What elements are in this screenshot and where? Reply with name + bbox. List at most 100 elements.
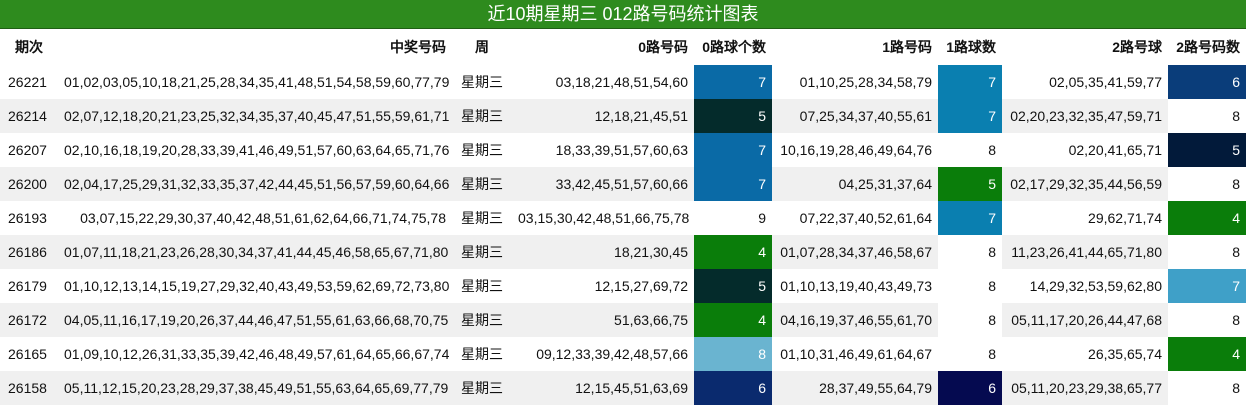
cell-route2-numbers: 11,23,26,41,44,65,71,80 bbox=[1002, 235, 1168, 269]
cell-route0-count: 6 bbox=[694, 371, 772, 405]
cell-route0-numbers: 12,15,27,69,72 bbox=[512, 269, 694, 303]
header-row: 期次 中奖号码 周 0路号码 0路球个数 1路号码 1路球数 2路号球 2路号码… bbox=[0, 29, 1246, 65]
cell-winning-numbers: 02,04,17,25,29,31,32,33,35,37,42,44,45,5… bbox=[58, 167, 452, 201]
cell-route2-numbers: 02,20,23,32,35,47,59,71 bbox=[1002, 99, 1168, 133]
cell-issue: 26207 bbox=[0, 133, 58, 167]
cell-route0-count: 5 bbox=[694, 99, 772, 133]
cell-route2-numbers: 29,62,71,74 bbox=[1002, 201, 1168, 235]
cell-route2-numbers: 02,17,29,32,35,44,56,59 bbox=[1002, 167, 1168, 201]
cell-route1-numbers: 01,07,28,34,37,46,58,67 bbox=[772, 235, 938, 269]
cell-route2-count: 7 bbox=[1168, 269, 1246, 303]
cell-winning-numbers: 01,02,03,05,10,18,21,25,28,34,35,41,48,5… bbox=[58, 65, 452, 99]
cell-route2-count: 5 bbox=[1168, 133, 1246, 167]
cell-winning-numbers: 01,07,11,18,21,23,26,28,30,34,37,41,44,4… bbox=[58, 235, 452, 269]
cell-route0-numbers: 12,15,45,51,63,69 bbox=[512, 371, 694, 405]
header-route2-count: 2路号码数 bbox=[1168, 29, 1246, 65]
cell-winning-numbers: 02,10,16,18,19,20,28,33,39,41,46,49,51,5… bbox=[58, 133, 452, 167]
table-row: 26179 01,10,12,13,14,15,19,27,29,32,40,43… bbox=[0, 269, 1246, 303]
cell-issue: 26165 bbox=[0, 337, 58, 371]
cell-route1-numbers: 07,22,37,40,52,61,64 bbox=[772, 201, 938, 235]
cell-route1-count: 6 bbox=[938, 371, 1002, 405]
cell-winning-numbers: 05,11,12,15,20,23,28,29,37,38,45,49,51,5… bbox=[58, 371, 452, 405]
cell-route0-numbers: 12,18,21,45,51 bbox=[512, 99, 694, 133]
cell-issue: 26214 bbox=[0, 99, 58, 133]
cell-route1-numbers: 10,16,19,28,46,49,64,76 bbox=[772, 133, 938, 167]
cell-route1-count: 7 bbox=[938, 201, 1002, 235]
cell-route0-count: 7 bbox=[694, 167, 772, 201]
cell-route1-count: 7 bbox=[938, 65, 1002, 99]
cell-route0-count: 8 bbox=[694, 337, 772, 371]
cell-route1-numbers: 01,10,25,28,34,58,79 bbox=[772, 65, 938, 99]
cell-route2-numbers: 14,29,32,53,59,62,80 bbox=[1002, 269, 1168, 303]
cell-route0-numbers: 09,12,33,39,42,48,57,66 bbox=[512, 337, 694, 371]
table-row: 26193 03,07,15,22,29,30,37,40,42,48,51,61… bbox=[0, 201, 1246, 235]
cell-issue: 26172 bbox=[0, 303, 58, 337]
stats-table: 期次 中奖号码 周 0路号码 0路球个数 1路号码 1路球数 2路号球 2路号码… bbox=[0, 29, 1246, 405]
table-row: 26221 01,02,03,05,10,18,21,25,28,34,35,41… bbox=[0, 65, 1246, 99]
cell-route1-numbers: 04,16,19,37,46,55,61,70 bbox=[772, 303, 938, 337]
table-row: 26165 01,09,10,12,26,31,33,35,39,42,46,48… bbox=[0, 337, 1246, 371]
header-weekday: 周 bbox=[452, 29, 512, 65]
header-route2-numbers: 2路号球 bbox=[1002, 29, 1168, 65]
header-route1-count: 1路球数 bbox=[938, 29, 1002, 65]
cell-weekday: 星期三 bbox=[452, 371, 512, 405]
cell-route2-count: 6 bbox=[1168, 65, 1246, 99]
cell-route0-count: 5 bbox=[694, 269, 772, 303]
cell-winning-numbers: 04,05,11,16,17,19,20,26,37,44,46,47,51,5… bbox=[58, 303, 452, 337]
cell-route2-count: 4 bbox=[1168, 201, 1246, 235]
cell-route1-count: 5 bbox=[938, 167, 1002, 201]
header-route0-count: 0路球个数 bbox=[694, 29, 772, 65]
cell-route2-numbers: 05,11,17,20,26,44,47,68 bbox=[1002, 303, 1168, 337]
cell-route0-numbers: 18,21,30,45 bbox=[512, 235, 694, 269]
cell-route0-numbers: 03,18,21,48,51,54,60 bbox=[512, 65, 694, 99]
cell-route0-count: 7 bbox=[694, 133, 772, 167]
cell-weekday: 星期三 bbox=[452, 303, 512, 337]
cell-route1-count: 8 bbox=[938, 337, 1002, 371]
cell-route2-count: 4 bbox=[1168, 337, 1246, 371]
cell-route1-numbers: 07,25,34,37,40,55,61 bbox=[772, 99, 938, 133]
cell-route1-count: 7 bbox=[938, 99, 1002, 133]
cell-route1-numbers: 01,10,31,46,49,61,64,67 bbox=[772, 337, 938, 371]
table-row: 26214 02,07,12,18,20,21,23,25,32,34,35,37… bbox=[0, 99, 1246, 133]
cell-weekday: 星期三 bbox=[452, 269, 512, 303]
cell-route2-count: 8 bbox=[1168, 371, 1246, 405]
cell-route1-numbers: 28,37,49,55,64,79 bbox=[772, 371, 938, 405]
cell-weekday: 星期三 bbox=[452, 201, 512, 235]
cell-route1-count: 8 bbox=[938, 133, 1002, 167]
header-route1-numbers: 1路号码 bbox=[772, 29, 938, 65]
header-issue: 期次 bbox=[0, 29, 58, 65]
table-row: 26200 02,04,17,25,29,31,32,33,35,37,42,44… bbox=[0, 167, 1246, 201]
cell-issue: 26200 bbox=[0, 167, 58, 201]
cell-route2-count: 8 bbox=[1168, 303, 1246, 337]
cell-route0-numbers: 03,15,30,42,48,51,66,75,78 bbox=[512, 201, 694, 235]
cell-issue: 26221 bbox=[0, 65, 58, 99]
cell-weekday: 星期三 bbox=[452, 167, 512, 201]
table-row: 26207 02,10,16,18,19,20,28,33,39,41,46,49… bbox=[0, 133, 1246, 167]
cell-route1-numbers: 01,10,13,19,40,43,49,73 bbox=[772, 269, 938, 303]
cell-route2-numbers: 05,11,20,23,29,38,65,77 bbox=[1002, 371, 1168, 405]
header-route0-numbers: 0路号码 bbox=[512, 29, 694, 65]
cell-route1-numbers: 04,25,31,37,64 bbox=[772, 167, 938, 201]
cell-route1-count: 8 bbox=[938, 269, 1002, 303]
cell-weekday: 星期三 bbox=[452, 99, 512, 133]
cell-route0-count: 7 bbox=[694, 65, 772, 99]
cell-route2-count: 8 bbox=[1168, 235, 1246, 269]
chart-title: 近10期星期三 012路号码统计图表 bbox=[0, 0, 1246, 29]
cell-route2-numbers: 02,20,41,65,71 bbox=[1002, 133, 1168, 167]
cell-route0-count: 4 bbox=[694, 235, 772, 269]
cell-winning-numbers: 01,10,12,13,14,15,19,27,29,32,40,43,49,5… bbox=[58, 269, 452, 303]
cell-issue: 26193 bbox=[0, 201, 58, 235]
cell-weekday: 星期三 bbox=[452, 337, 512, 371]
cell-route2-numbers: 26,35,65,74 bbox=[1002, 337, 1168, 371]
cell-route1-count: 8 bbox=[938, 235, 1002, 269]
cell-weekday: 星期三 bbox=[452, 65, 512, 99]
table-row: 26158 05,11,12,15,20,23,28,29,37,38,45,49… bbox=[0, 371, 1246, 405]
cell-route0-count: 9 bbox=[694, 201, 772, 235]
cell-route2-count: 8 bbox=[1168, 99, 1246, 133]
table-row: 26186 01,07,11,18,21,23,26,28,30,34,37,41… bbox=[0, 235, 1246, 269]
cell-weekday: 星期三 bbox=[452, 235, 512, 269]
cell-weekday: 星期三 bbox=[452, 133, 512, 167]
cell-winning-numbers: 02,07,12,18,20,21,23,25,32,34,35,37,40,4… bbox=[58, 99, 452, 133]
cell-winning-numbers: 03,07,15,22,29,30,37,40,42,48,51,61,62,6… bbox=[58, 201, 452, 235]
cell-route1-count: 8 bbox=[938, 303, 1002, 337]
